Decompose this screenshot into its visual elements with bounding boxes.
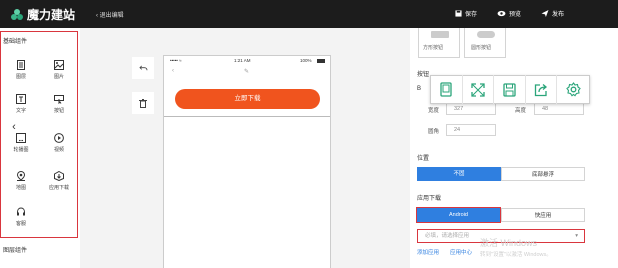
component-label: 按钮 — [53, 108, 64, 114]
component-map[interactable]: 地图 — [4, 167, 38, 197]
fullscreen-button[interactable] — [463, 75, 495, 104]
undo-icon — [138, 65, 147, 70]
preview-label: 预览 — [509, 12, 522, 18]
component-label: 文字 — [15, 108, 26, 114]
download-now-button[interactable]: 立即下载 — [175, 89, 320, 109]
battery-text: 100% — [300, 58, 312, 63]
status-time: 1:21 AM — [234, 58, 251, 63]
quick-app-option[interactable]: 快应用 — [501, 208, 585, 222]
exit-edit-link[interactable]: ‹ 退出编辑 — [96, 10, 124, 19]
image-icon — [54, 60, 64, 70]
headset-icon — [17, 207, 25, 216]
app-select-placeholder: 必填，请选择应用 — [425, 233, 470, 239]
component-carousel[interactable]: 轮播图 — [4, 129, 38, 159]
carrier-signal: ••••• ≈ — [170, 58, 182, 63]
play-icon — [54, 133, 64, 143]
width-label: 宽度 — [428, 108, 440, 114]
delete-button[interactable] — [132, 92, 154, 114]
carousel-icon — [16, 133, 26, 143]
mobile-preview-button[interactable] — [431, 75, 463, 104]
round-button-style[interactable]: 圆形按钮 — [464, 28, 506, 58]
advanced-components-title: 图层组件 — [3, 248, 28, 254]
chevron-down-icon: ▾ — [575, 233, 578, 239]
radius-input[interactable]: 24 — [446, 124, 496, 136]
button-icon — [54, 95, 64, 104]
component-customer-service[interactable]: 客服 — [4, 203, 38, 233]
component-label: 地图 — [15, 185, 26, 191]
add-app-link[interactable]: 添加应用 — [417, 248, 439, 256]
app-download-section-title: 应用下载 — [417, 196, 442, 202]
component-video[interactable]: 视频 — [42, 129, 76, 159]
phone-back-icon[interactable]: ‹ — [172, 68, 174, 74]
windows-activation-hint: 转到"设置"以激活 Windows。 — [480, 252, 552, 258]
battery-icon — [317, 59, 325, 63]
position-section-title: 位置 — [417, 156, 430, 162]
save-label: 保存 — [465, 12, 478, 18]
component-button[interactable]: 按钮 — [42, 90, 76, 120]
round-button-preview — [477, 31, 495, 38]
logo-mark-icon — [11, 8, 23, 20]
share-button[interactable] — [526, 75, 558, 104]
gear-icon — [565, 82, 581, 97]
height-input[interactable]: 48 — [534, 103, 584, 115]
phone-preview: ••••• ≈ 1:21 AM 100% ‹ ✎ 立即下载 — [163, 55, 331, 268]
trash-icon — [139, 98, 147, 108]
basic-components-title: 基础组件 — [3, 39, 28, 45]
square-button-preview — [431, 31, 449, 38]
save-floating-button[interactable] — [494, 75, 526, 104]
save-icon — [455, 10, 462, 17]
text-document-icon — [17, 60, 25, 70]
edit-title-icon[interactable]: ✎ — [244, 68, 249, 75]
save-button[interactable]: 保存 — [455, 9, 477, 18]
settings-button[interactable] — [557, 75, 589, 104]
phone-status-bar: ••••• ≈ 1:21 AM 100% — [164, 58, 330, 68]
eye-icon — [497, 10, 506, 17]
partial-label: B — [417, 86, 422, 92]
button-section-title: 按钮 — [417, 72, 430, 78]
logo-text: 魔力建站 — [27, 8, 76, 22]
app-center-link[interactable]: 应用中心 — [450, 248, 472, 256]
round-button-label: 圆形按钮 — [471, 45, 492, 51]
component-app-download[interactable]: 应用下载 — [42, 167, 76, 197]
panel-divider — [80, 28, 88, 268]
download-icon — [54, 171, 64, 181]
component-image[interactable]: 图片 — [42, 56, 76, 86]
component-label: 视频 — [53, 147, 64, 153]
floppy-save-icon — [503, 82, 516, 97]
radius-label: 圆角 — [428, 129, 440, 135]
position-bottom-float-option[interactable]: 底部悬浮 — [501, 167, 585, 181]
windows-activation-watermark: 激活 Windows — [480, 238, 538, 248]
phone-nav-bar: ‹ ✎ — [164, 68, 330, 78]
component-boundary-line — [164, 116, 330, 117]
publish-label: 发布 — [552, 12, 565, 18]
component-label: 应用下载 — [48, 185, 69, 191]
expand-icon — [471, 82, 485, 97]
component-label: 轮播图 — [13, 147, 29, 153]
mobile-icon — [440, 82, 452, 97]
component-text[interactable]: 文字 — [4, 90, 38, 120]
width-input[interactable]: 327 — [446, 103, 496, 115]
preview-button[interactable]: 预览 — [497, 9, 521, 18]
map-pin-icon — [16, 171, 26, 181]
android-option[interactable]: Android — [416, 207, 501, 223]
square-button-label: 方形按钮 — [423, 45, 444, 51]
undo-button[interactable] — [132, 57, 154, 79]
text-box-icon — [16, 94, 26, 104]
top-bar: 魔力建站 ‹ 退出编辑 保存 预览 发布 — [0, 0, 618, 28]
logo: 魔力建站 — [10, 6, 75, 23]
component-label: 图片 — [53, 74, 64, 80]
floating-toolbar — [430, 75, 590, 104]
component-label: 图层 — [15, 74, 26, 80]
publish-button[interactable]: 发布 — [541, 9, 564, 18]
panel-divider — [398, 28, 410, 268]
square-button-style[interactable]: 方形按钮 — [418, 28, 460, 58]
position-fixed-option[interactable]: 不固 — [417, 167, 501, 181]
send-icon — [541, 10, 549, 17]
exit-edit-label: 退出编辑 — [99, 13, 124, 19]
component-layer[interactable]: 图层 — [4, 56, 38, 86]
component-label: 客服 — [15, 221, 26, 227]
properties-panel: 方形按钮 圆形按钮 按钮 B 宽度 327 高度 48 圆角 24 位置 不固 … — [398, 28, 618, 268]
share-icon — [534, 83, 548, 96]
height-label: 高度 — [515, 108, 527, 114]
